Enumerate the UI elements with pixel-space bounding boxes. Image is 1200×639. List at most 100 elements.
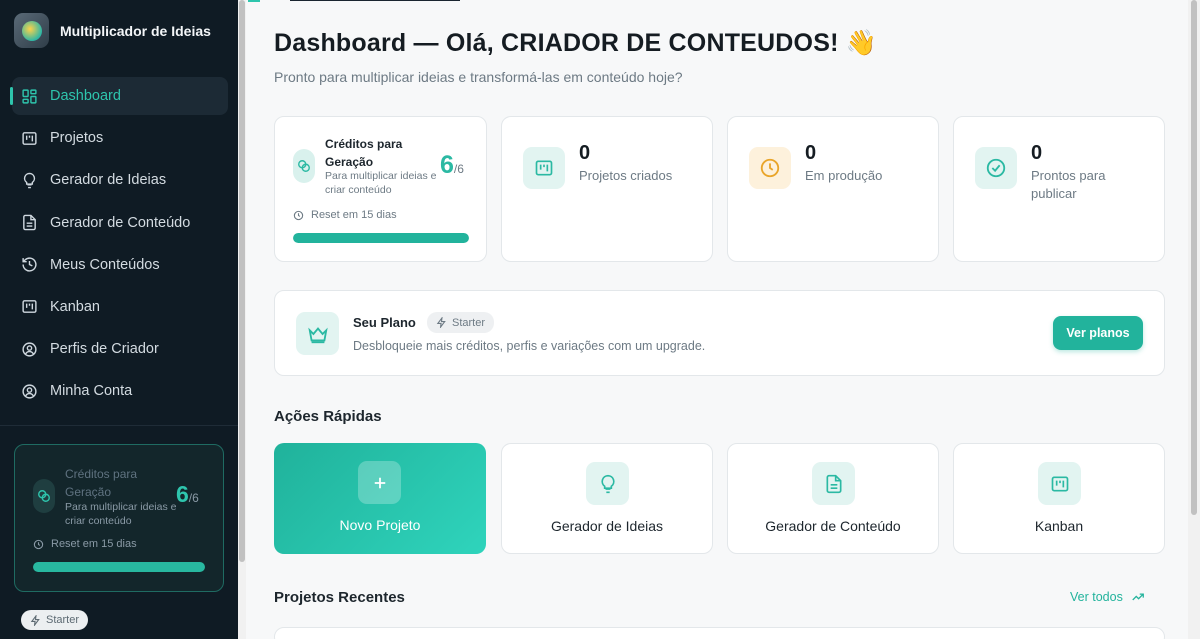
credits-progress-bar (293, 233, 469, 243)
lightbulb-icon (586, 462, 629, 505)
sidebar-item-label: Gerador de Conteúdo (50, 214, 191, 231)
credits-title: Créditos para Geração (325, 137, 403, 169)
sidebar-item-meus-conteudos[interactable]: Meus Conteúdos (12, 246, 228, 284)
credits-progress-fill (293, 233, 469, 243)
sidebar-divider (0, 425, 238, 426)
top-accent (248, 0, 260, 2)
quick-action-gerador-conteudo[interactable]: Gerador de Conteúdo (727, 443, 939, 554)
plan-card: Seu Plano Starter Desbloqueie mais crédi… (274, 290, 1165, 376)
lightning-icon (30, 614, 40, 626)
document-icon (23, 214, 36, 231)
credits-reset-text: Reset em 15 dias (311, 209, 397, 221)
quick-action-label: Gerador de Ideias (550, 518, 664, 534)
stat-label: Em produção (805, 168, 883, 183)
sidebar-item-dashboard[interactable]: Dashboard (10, 77, 228, 115)
document-icon (812, 462, 855, 505)
brand[interactable]: Multiplicador de Ideias (14, 13, 211, 48)
sidebar-item-label: Dashboard (50, 88, 121, 104)
crown-icon (296, 312, 339, 355)
ver-todos-label: Ver todos (1070, 590, 1123, 604)
sidebar-item-label: Projetos (50, 130, 104, 147)
stat-value: 0 (805, 142, 817, 164)
clock-icon (749, 147, 791, 189)
stat-card-projetos: 0 Projetos criados (501, 116, 713, 262)
kanban-board-icon (523, 147, 565, 189)
quick-action-label: Novo Projeto (339, 517, 421, 533)
stat-label: Prontos para publicar (1031, 168, 1106, 201)
trending-up-icon (1132, 593, 1144, 601)
quick-action-novo-projeto[interactable]: Novo Projeto (274, 443, 486, 554)
check-circle-icon (975, 147, 1017, 189)
stat-card-producao: 0 Em produção (727, 116, 939, 262)
sidebar-nav: Dashboard Projetos Gerador de Ideias Ger… (10, 77, 228, 415)
sidebar-item-minha-conta[interactable]: Minha Conta (12, 372, 228, 410)
plus-icon (358, 461, 401, 504)
credits-total: /6 (453, 162, 464, 176)
main-scrollbar-thumb[interactable] (1191, 0, 1197, 515)
sidebar-item-kanban[interactable]: Kanban (12, 288, 228, 326)
sidebar-item-label: Kanban (50, 298, 100, 315)
page-title: Dashboard — Olá, CRIADOR DE CONTEUDOS! 👋 (274, 29, 878, 57)
kanban-board-icon (22, 300, 37, 314)
sidebar-item-gerador-ideias[interactable]: Gerador de Ideias (12, 161, 228, 199)
user-circle-icon (22, 384, 37, 399)
recent-projects-card (274, 627, 1165, 639)
ver-todos-link[interactable]: Ver todos (1070, 590, 1145, 604)
credits-value: 6 (440, 151, 454, 179)
credits-reset-text: Reset em 15 dias (51, 538, 137, 550)
plan-badge: Starter (427, 312, 495, 333)
ver-planos-button[interactable]: Ver planos (1053, 316, 1143, 350)
credits-description: Para multiplicar ideias e criar conteúdo (325, 170, 437, 196)
quick-action-label: Gerador de Conteúdo (765, 518, 901, 534)
coins-icon (293, 149, 315, 183)
dashboard-icon (22, 88, 37, 104)
kanban-board-icon (1038, 462, 1081, 505)
quick-action-label: Kanban (1034, 518, 1084, 534)
quick-action-gerador-ideias[interactable]: Gerador de Ideias (501, 443, 713, 554)
stat-value: 0 (1031, 142, 1043, 164)
sidebar-item-label: Gerador de Ideias (50, 172, 167, 189)
main-scrollbar[interactable] (1188, 0, 1200, 639)
plan-badge: Starter (21, 610, 89, 630)
sidebar-scrollbar[interactable] (238, 0, 246, 639)
clock-icon (33, 539, 44, 549)
sidebar-credits-card: Créditos para Geração Para multiplicar i… (14, 444, 224, 592)
history-icon (22, 257, 37, 272)
sidebar-item-label: Perfis de Criador (50, 341, 159, 358)
quick-action-kanban[interactable]: Kanban (953, 443, 1165, 554)
plan-badge-label: Starter (46, 614, 80, 626)
app-logo (14, 13, 49, 48)
stat-card-prontos: 0 Prontos para publicar (953, 116, 1165, 262)
kanban-board-icon (22, 131, 37, 145)
credits-description: Para multiplicar ideias e criar conteúdo (65, 501, 177, 527)
sidebar-item-label: Minha Conta (50, 383, 133, 400)
user-circle-icon (22, 342, 37, 357)
section-title-acoes: Ações Rápidas (274, 408, 382, 425)
sidebar-item-gerador-conteudo[interactable]: Gerador de Conteúdo (12, 204, 228, 242)
plan-badge-label: Starter (452, 316, 486, 329)
top-divider (290, 0, 460, 1)
credits-progress-fill (33, 562, 205, 572)
sidebar-item-label: Meus Conteúdos (50, 256, 160, 273)
credits-progress-bar (33, 562, 205, 572)
lightbulb-icon (23, 172, 36, 189)
credits-title: Créditos para Geração (65, 467, 138, 499)
clock-icon (293, 210, 304, 220)
app-name: Multiplicador de Ideias (60, 22, 211, 39)
plan-name: Seu Plano (353, 315, 416, 330)
credits-total: /6 (188, 491, 199, 505)
page-subtitle: Pronto para multiplicar ideias e transfo… (274, 69, 683, 85)
credits-reset: Reset em 15 dias (33, 538, 137, 550)
coins-icon (33, 479, 55, 513)
sidebar: Multiplicador de Ideias Dashboard Projet… (0, 0, 238, 639)
credits-card: Créditos para Geração Para multiplicar i… (274, 116, 487, 262)
sidebar-item-perfis[interactable]: Perfis de Criador (12, 330, 228, 368)
sidebar-scrollbar-thumb[interactable] (239, 0, 245, 562)
credits-value: 6 (176, 481, 189, 507)
section-title-recentes: Projetos Recentes (274, 589, 405, 606)
lightning-icon (436, 317, 446, 328)
credits-count: 6/6 (440, 151, 464, 180)
stat-value: 0 (579, 142, 591, 164)
credits-count: 6/6 (176, 481, 199, 508)
sidebar-item-projetos[interactable]: Projetos (12, 119, 228, 157)
